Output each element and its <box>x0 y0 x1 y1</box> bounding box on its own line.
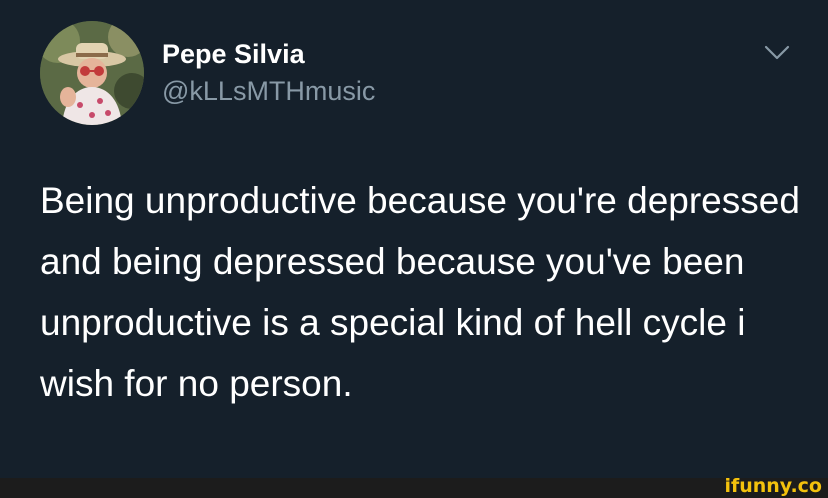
tweet-text: Being unproductive because you're depres… <box>40 180 800 404</box>
avatar-photo <box>40 21 144 125</box>
user-handle[interactable]: @kLLsMTHmusic <box>162 74 375 108</box>
avatar[interactable] <box>40 21 144 125</box>
tweet-card: Pepe Silvia @kLLsMTHmusic Being unproduc… <box>0 0 828 478</box>
watermark-logo: ifunny.co <box>724 475 822 497</box>
chevron-down-icon[interactable] <box>762 42 792 64</box>
display-name[interactable]: Pepe Silvia <box>162 38 305 70</box>
watermark-bar: ifunny.co <box>0 475 828 498</box>
